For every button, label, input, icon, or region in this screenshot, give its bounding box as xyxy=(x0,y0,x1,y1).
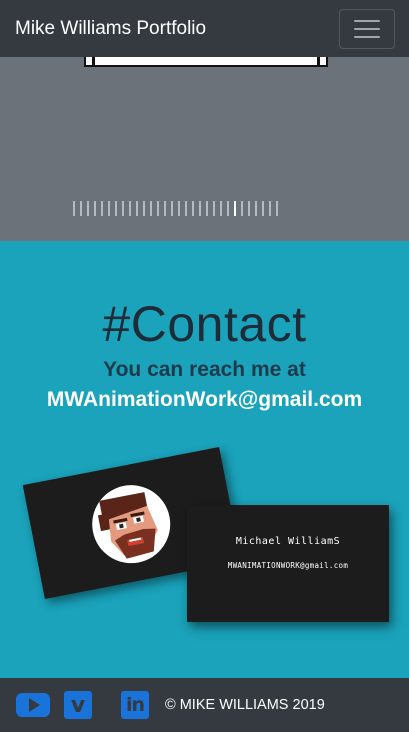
carousel-indicator[interactable] xyxy=(108,201,110,216)
carousel-indicator[interactable] xyxy=(269,201,271,216)
contact-heading: #Contact xyxy=(102,296,307,352)
carousel-indicator[interactable] xyxy=(143,201,145,216)
carousel-indicator[interactable] xyxy=(80,201,82,216)
carousel-indicator[interactable] xyxy=(157,201,159,216)
carousel-indicator[interactable] xyxy=(178,201,180,216)
business-card-front: Michael WilliamS MWANIMATIONWORK@gmail.c… xyxy=(187,505,389,622)
linkedin-icon[interactable]: in xyxy=(121,691,149,719)
carousel-indicator[interactable] xyxy=(192,201,194,216)
carousel-indicator[interactable] xyxy=(185,201,187,216)
carousel-indicator[interactable] xyxy=(87,201,89,216)
carousel-indicator[interactable] xyxy=(171,201,173,216)
navbar-toggle-button[interactable] xyxy=(339,8,395,49)
avatar xyxy=(85,478,177,570)
carousel-indicators xyxy=(73,201,278,216)
carousel-indicator[interactable] xyxy=(213,201,215,216)
carousel-indicator[interactable] xyxy=(206,201,208,216)
carousel-indicator[interactable] xyxy=(241,201,243,216)
contact-subheading: You can reach me at xyxy=(103,358,306,381)
image-carousel[interactable] xyxy=(0,57,409,241)
carousel-indicator[interactable] xyxy=(276,201,278,216)
card-email: MWANIMATIONWORK@gmail.com xyxy=(227,561,349,570)
carousel-indicator[interactable] xyxy=(234,201,236,216)
footer: v in © MIKE WILLIAMS 2019 xyxy=(0,678,409,732)
youtube-icon[interactable] xyxy=(16,693,50,717)
carousel-indicator[interactable] xyxy=(136,201,138,216)
carousel-indicator[interactable] xyxy=(73,201,75,216)
navbar: Mike Williams Portfolio xyxy=(0,0,409,57)
carousel-indicator[interactable] xyxy=(129,201,131,216)
carousel-indicator[interactable] xyxy=(227,201,229,216)
carousel-indicator[interactable] xyxy=(255,201,257,216)
hamburger-icon xyxy=(354,19,380,22)
carousel-indicator[interactable] xyxy=(122,201,124,216)
carousel-indicator[interactable] xyxy=(248,201,250,216)
carousel-indicator[interactable] xyxy=(94,201,96,216)
contact-email[interactable]: MWAnimationWork@gmail.com xyxy=(0,388,409,412)
contact-section: #Contact You can reach me at MWAnimation… xyxy=(0,241,409,678)
copyright-text: © MIKE WILLIAMS 2019 xyxy=(165,697,325,713)
carousel-slide-image xyxy=(84,57,328,67)
carousel-indicator[interactable] xyxy=(164,201,166,216)
carousel-indicator[interactable] xyxy=(220,201,222,216)
carousel-indicator[interactable] xyxy=(150,201,152,216)
vimeo-icon[interactable]: v xyxy=(64,691,92,719)
carousel-indicator[interactable] xyxy=(199,201,201,216)
navbar-brand[interactable]: Mike Williams Portfolio xyxy=(15,18,206,40)
carousel-indicator[interactable] xyxy=(101,201,103,216)
carousel-indicator[interactable] xyxy=(115,201,117,216)
card-name: Michael WilliamS xyxy=(235,536,341,547)
carousel-indicator[interactable] xyxy=(262,201,264,216)
